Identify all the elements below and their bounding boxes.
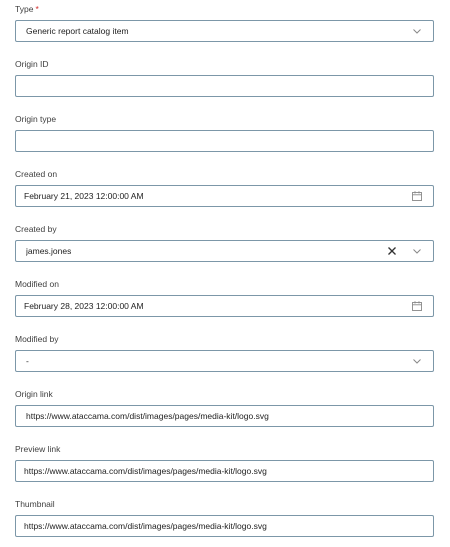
type-value: Generic report catalog item — [26, 26, 129, 36]
origin-link-label: Origin link — [15, 389, 53, 399]
created-by-select[interactable]: james.jones — [15, 240, 434, 262]
chevron-down-icon[interactable] — [412, 356, 422, 366]
origin-type-label: Origin type — [15, 114, 57, 124]
required-mark: * — [35, 4, 39, 14]
origin-type-input[interactable] — [15, 130, 434, 152]
created-on-label: Created on — [15, 169, 58, 179]
origin-link-value: https://www.ataccama.com/dist/images/pag… — [26, 411, 269, 421]
type-select[interactable]: Generic report catalog item — [15, 20, 434, 42]
preview-link-value: https://www.ataccama.com/dist/images/pag… — [24, 466, 267, 476]
preview-link-input[interactable]: https://www.ataccama.com/dist/images/pag… — [15, 460, 434, 482]
thumbnail-input[interactable]: https://www.ataccama.com/dist/images/pag… — [15, 515, 434, 537]
thumbnail-field: Thumbnail https://www.ataccama.com/dist/… — [15, 498, 434, 537]
modified-by-label: Modified by — [15, 334, 59, 344]
created-on-value: February 21, 2023 12:00:00 AM — [24, 191, 144, 201]
origin-link-input[interactable]: https://www.ataccama.com/dist/images/pag… — [15, 405, 434, 427]
preview-link-field: Preview link https://www.ataccama.com/di… — [15, 443, 434, 482]
type-field: Type * Generic report catalog item — [15, 3, 434, 42]
preview-link-label: Preview link — [15, 444, 61, 454]
chevron-down-icon[interactable] — [412, 26, 422, 36]
thumbnail-value: https://www.ataccama.com/dist/images/pag… — [24, 521, 267, 531]
created-by-field: Created by james.jones — [15, 223, 434, 262]
origin-link-field: Origin link https://www.ataccama.com/dis… — [15, 388, 434, 427]
chevron-down-icon[interactable] — [412, 246, 422, 256]
thumbnail-label: Thumbnail — [15, 499, 55, 509]
created-on-datepicker[interactable]: February 21, 2023 12:00:00 AM — [15, 185, 434, 207]
origin-type-field: Origin type — [15, 113, 434, 152]
modified-by-select[interactable]: - — [15, 350, 434, 372]
modified-on-datepicker[interactable]: February 28, 2023 12:00:00 AM — [15, 295, 434, 317]
modified-on-field: Modified on February 28, 2023 12:00:00 A… — [15, 278, 434, 317]
origin-id-field: Origin ID — [15, 58, 434, 97]
origin-id-input[interactable] — [15, 75, 434, 97]
created-by-label: Created by — [15, 224, 57, 234]
calendar-icon[interactable] — [412, 191, 422, 201]
created-on-field: Created on February 21, 2023 12:00:00 AM — [15, 168, 434, 207]
modified-by-field: Modified by - — [15, 333, 434, 372]
close-icon[interactable] — [387, 246, 397, 256]
created-by-value: james.jones — [26, 246, 72, 256]
modified-on-value: February 28, 2023 12:00:00 AM — [24, 301, 144, 311]
origin-id-label: Origin ID — [15, 59, 49, 69]
modified-on-label: Modified on — [15, 279, 59, 289]
type-label: Type * — [15, 4, 39, 14]
calendar-icon[interactable] — [412, 301, 422, 311]
modified-by-value: - — [26, 356, 29, 366]
